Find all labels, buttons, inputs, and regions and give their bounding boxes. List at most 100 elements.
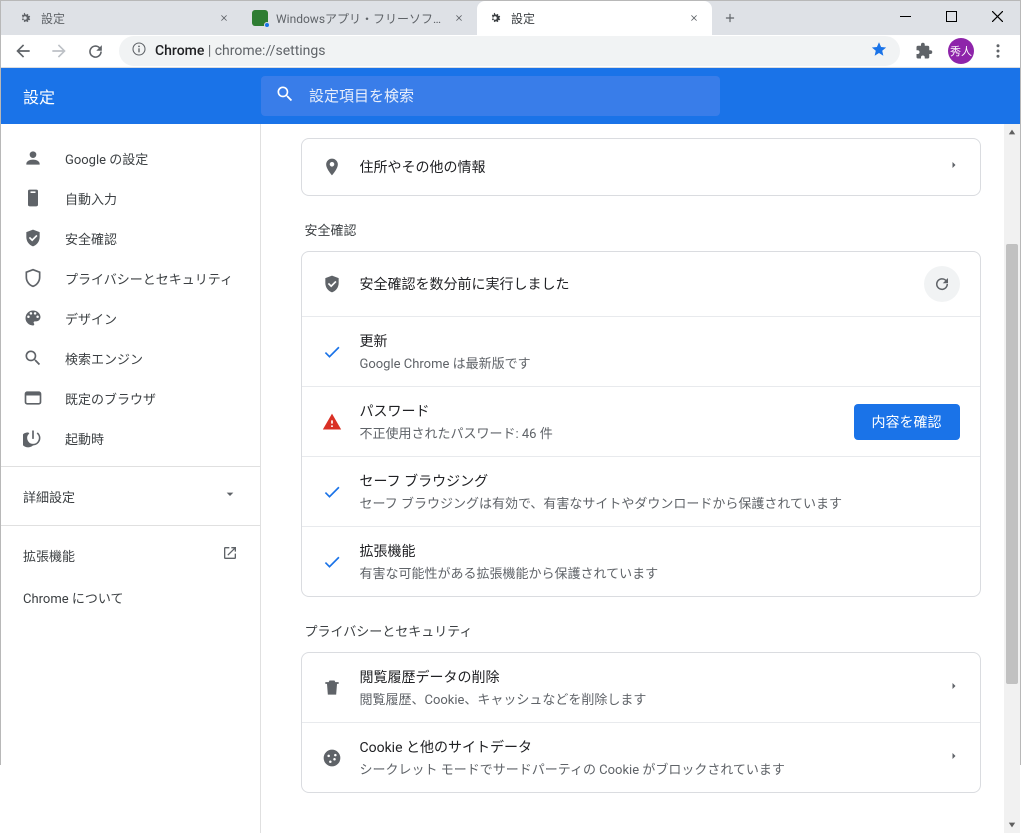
sidebar-label: デザイン (65, 309, 117, 328)
main-panel: 住所やその他の情報 安全確認 安全確認を数分前に実行しました 更新 Google … (261, 68, 1020, 833)
gear-icon (17, 10, 33, 26)
scroll-up-icon[interactable] (1004, 124, 1020, 140)
minimize-button[interactable] (882, 1, 928, 31)
menu-button[interactable] (982, 35, 1014, 67)
settings-header: 設定 (1, 68, 1020, 124)
safety-section-title: 安全確認 (305, 220, 981, 239)
row-title: セーフ ブラウジング (360, 471, 960, 491)
address-row[interactable]: 住所やその他の情報 (302, 139, 980, 195)
back-button[interactable] (7, 35, 39, 67)
site-icon (252, 10, 268, 26)
privacy-row-cookie[interactable]: Cookie と他のサイトデータシークレット モードでサードパーティの Cook… (302, 722, 980, 792)
vertical-scrollbar[interactable] (1004, 124, 1020, 833)
bookmark-star-icon[interactable] (870, 40, 888, 62)
sidebar-label: 安全確認 (65, 229, 117, 248)
settings-search-input[interactable] (309, 88, 706, 105)
reload-button[interactable] (79, 35, 111, 67)
titlebar: 設定 Windowsアプリ・フリーソフトのおすすめ 設定 (1, 1, 1020, 35)
row-sub: 不正使用されたパスワード: 46 件 (360, 423, 836, 442)
settings-title: 設定 (1, 84, 261, 108)
tab-2-title: 設定 (511, 10, 682, 27)
settings-search[interactable] (261, 76, 720, 116)
forward-button[interactable] (43, 35, 75, 67)
safety-header-row: 安全確認を数分前に実行しました (302, 252, 980, 316)
sidebar-label: 既定のブラウザ (65, 389, 156, 408)
row-sub: 閲覧履歴、Cookie、キャッシュなどを削除します (360, 689, 930, 708)
trash-icon (322, 678, 342, 698)
warning-icon (322, 411, 342, 433)
profile-avatar[interactable]: 秀人 (948, 38, 974, 64)
sidebar-item-google[interactable]: Google の設定 (1, 138, 260, 178)
tab-1[interactable]: Windowsアプリ・フリーソフトのおすすめ (242, 1, 477, 35)
sidebar-item-safety[interactable]: 安全確認 (1, 218, 260, 258)
sidebar-item-default-browser[interactable]: 既定のブラウザ (1, 378, 260, 418)
tab-2[interactable]: 設定 (477, 1, 712, 35)
close-window-button[interactable] (974, 1, 1020, 31)
row-sub: シークレット モードでサードパーティの Cookie がブロックされています (360, 759, 930, 778)
site-info-icon[interactable] (131, 41, 147, 61)
sidebar-item-about[interactable]: Chrome について (1, 576, 260, 618)
sidebar-label: 拡張機能 (23, 546, 75, 565)
row-title: パスワード (360, 401, 836, 421)
sidebar-item-autofill[interactable]: 自動入力 (1, 178, 260, 218)
power-icon (23, 428, 43, 448)
new-tab-button[interactable] (716, 4, 744, 32)
person-icon (23, 148, 43, 168)
sidebar-label: プライバシーとセキュリティ (65, 269, 233, 288)
search-icon (23, 348, 43, 368)
window-icon (23, 388, 43, 408)
divider (1, 525, 260, 526)
close-icon[interactable] (686, 10, 702, 26)
gear-icon (487, 10, 503, 26)
omnibox[interactable]: Chrome | chrome://settings (119, 36, 900, 66)
row-title: Cookie と他のサイトデータ (360, 737, 930, 757)
clipboard-icon (23, 188, 43, 208)
sidebar-item-startup[interactable]: 起動時 (1, 418, 260, 458)
tab-0-title: 設定 (41, 10, 212, 27)
sidebar-label: 自動入力 (65, 189, 117, 208)
window-controls (882, 1, 1020, 31)
sidebar-item-search[interactable]: 検索エンジン (1, 338, 260, 378)
safety-card: 安全確認を数分前に実行しました 更新 Google Chrome は最新版です パ… (301, 251, 981, 597)
sidebar: Google の設定 自動入力 安全確認 プライバシーとセキュリティ デザイン … (1, 68, 261, 833)
chevron-right-icon (948, 159, 960, 175)
omnibox-host: Chrome | chrome://settings (155, 43, 326, 59)
close-icon[interactable] (216, 10, 232, 26)
sidebar-item-extensions[interactable]: 拡張機能 (1, 534, 260, 576)
privacy-section-title: プライバシーとセキュリティ (305, 621, 981, 640)
privacy-row-clear[interactable]: 閲覧履歴データの削除閲覧履歴、Cookie、キャッシュなどを削除します (302, 653, 980, 722)
toolbar: Chrome | chrome://settings 秀人 (1, 35, 1020, 68)
search-icon (275, 84, 295, 108)
sidebar-label: Google の設定 (65, 149, 148, 168)
review-password-button[interactable]: 内容を確認 (854, 404, 960, 440)
tab-0[interactable]: 設定 (7, 1, 242, 35)
browser-window: 設定 Windowsアプリ・フリーソフトのおすすめ 設定 (0, 0, 1021, 765)
row-title: 拡張機能 (360, 541, 960, 561)
shield-icon (23, 268, 43, 288)
row-sub: Google Chrome は最新版です (360, 353, 960, 372)
sidebar-item-advanced[interactable]: 詳細設定 (1, 475, 260, 517)
refresh-safety-button[interactable] (924, 266, 960, 302)
safety-row-extensions: 拡張機能有害な可能性がある拡張機能から保護されています (302, 526, 980, 596)
row-title: 住所やその他の情報 (360, 157, 930, 177)
external-link-icon (222, 545, 238, 565)
sidebar-item-appearance[interactable]: デザイン (1, 298, 260, 338)
maximize-button[interactable] (928, 1, 974, 31)
tab-strip: 設定 Windowsアプリ・フリーソフトのおすすめ 設定 (7, 1, 744, 35)
scrollbar-thumb[interactable] (1006, 244, 1018, 684)
chevron-down-icon (222, 486, 238, 506)
sidebar-label: 詳細設定 (23, 487, 75, 506)
row-title: 更新 (360, 331, 960, 351)
sidebar-item-privacy[interactable]: プライバシーとセキュリティ (1, 258, 260, 298)
row-sub: セーフ ブラウジングは有効で、有害なサイトやダウンロードから保護されています (360, 493, 960, 512)
scroll-down-icon[interactable] (1004, 817, 1020, 833)
row-title: 安全確認を数分前に実行しました (360, 274, 906, 294)
extensions-button[interactable] (908, 35, 940, 67)
safety-row-password: パスワード不正使用されたパスワード: 46 件 内容を確認 (302, 386, 980, 456)
chevron-right-icon (948, 750, 960, 766)
safety-row-update: 更新 Google Chrome は最新版です (302, 316, 980, 386)
check-icon (322, 551, 342, 573)
check-icon (322, 481, 342, 503)
sidebar-label: Chrome について (23, 588, 123, 607)
close-icon[interactable] (451, 10, 467, 26)
